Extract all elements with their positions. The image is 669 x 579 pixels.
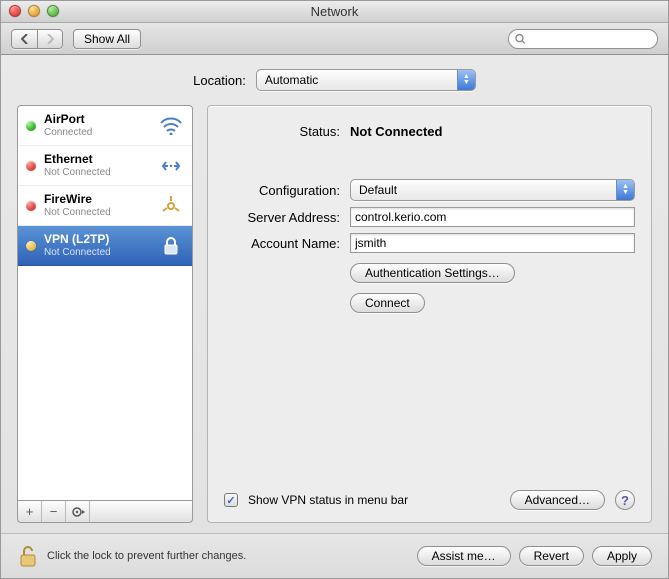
location-row: Location: Automatic ▲▼	[17, 69, 652, 91]
account-name-row: Account Name:	[224, 233, 635, 253]
titlebar: Network	[1, 1, 668, 23]
configuration-label: Configuration:	[224, 183, 340, 198]
unlock-icon[interactable]	[17, 544, 39, 568]
sidebar-item-title: FireWire	[44, 193, 150, 207]
sidebar-item-subtitle: Connected	[44, 127, 150, 139]
revert-button[interactable]: Revert	[519, 546, 584, 566]
authentication-settings-button[interactable]: Authentication Settings…	[350, 263, 515, 283]
search-icon	[515, 33, 526, 45]
apply-button[interactable]: Apply	[592, 546, 652, 566]
sidebar-item-title: Ethernet	[44, 153, 150, 167]
lock-text: Click the lock to prevent further change…	[47, 550, 246, 562]
main-row: AirPort Connected Ethernet Not Connected	[17, 105, 652, 523]
interfaces-sidebar: AirPort Connected Ethernet Not Connected	[17, 105, 193, 501]
location-value: Automatic	[265, 73, 318, 87]
show-vpn-status-label: Show VPN status in menu bar	[248, 493, 500, 507]
network-prefs-window: Network Show All Location: Automatic ▲▼	[0, 0, 669, 579]
firewire-icon	[158, 196, 184, 216]
minimize-window-button[interactable]	[28, 5, 40, 17]
configuration-value: Default	[359, 183, 397, 197]
chevron-left-icon	[21, 34, 29, 44]
advanced-button[interactable]: Advanced…	[510, 490, 605, 510]
location-label: Location:	[193, 73, 246, 88]
sidebar-item-title: AirPort	[44, 113, 150, 127]
status-dot-icon	[26, 161, 36, 171]
sidebar-item-subtitle: Not Connected	[44, 247, 150, 259]
sidebar-item-title: VPN (L2TP)	[44, 233, 150, 247]
server-address-input[interactable]	[350, 207, 635, 227]
sidebar-container: AirPort Connected Ethernet Not Connected	[17, 105, 193, 523]
location-popup[interactable]: Automatic ▲▼	[256, 69, 476, 91]
status-dot-icon	[26, 201, 36, 211]
content: Location: Automatic ▲▼ AirPort Connected	[1, 55, 668, 533]
action-menu-button[interactable]	[66, 501, 90, 522]
updown-arrows-icon: ▲▼	[616, 180, 634, 200]
detail-pane: Status: Not Connected Configuration: Def…	[207, 105, 652, 523]
nav-segment	[11, 29, 63, 49]
configuration-row: Configuration: Default ▲▼	[224, 179, 635, 201]
pane-footer: ✓ Show VPN status in menu bar Advanced… …	[224, 490, 635, 510]
chevron-right-icon	[46, 34, 54, 44]
remove-interface-button[interactable]: −	[42, 501, 66, 522]
status-value: Not Connected	[350, 124, 635, 139]
connect-button[interactable]: Connect	[350, 293, 425, 313]
show-all-button[interactable]: Show All	[73, 29, 141, 49]
configuration-popup[interactable]: Default ▲▼	[350, 179, 635, 201]
server-address-label: Server Address:	[224, 210, 340, 225]
search-input[interactable]	[530, 32, 651, 46]
sidebar-item-firewire[interactable]: FireWire Not Connected	[18, 186, 192, 226]
sidebar-item-subtitle: Not Connected	[44, 167, 150, 179]
search-field[interactable]	[508, 29, 658, 49]
bottom-bar: Click the lock to prevent further change…	[1, 533, 668, 578]
zoom-window-button[interactable]	[47, 5, 59, 17]
sidebar-item-subtitle: Not Connected	[44, 207, 150, 219]
status-dot-icon	[26, 121, 36, 131]
account-name-input[interactable]	[350, 233, 635, 253]
status-label: Status:	[224, 124, 340, 139]
assist-me-button[interactable]: Assist me…	[417, 546, 511, 566]
ethernet-icon	[158, 156, 184, 176]
gear-icon	[71, 506, 85, 518]
traffic-lights	[9, 5, 59, 17]
account-name-label: Account Name:	[224, 236, 340, 251]
help-button[interactable]: ?	[615, 490, 635, 510]
show-vpn-status-checkbox[interactable]: ✓	[224, 493, 238, 507]
window-title: Network	[311, 4, 359, 19]
back-button[interactable]	[11, 29, 37, 49]
add-interface-button[interactable]: +	[18, 501, 42, 522]
server-address-row: Server Address:	[224, 207, 635, 227]
close-window-button[interactable]	[9, 5, 21, 17]
sidebar-item-vpn[interactable]: VPN (L2TP) Not Connected	[18, 226, 192, 266]
status-dot-icon	[26, 241, 36, 251]
forward-button[interactable]	[37, 29, 63, 49]
sidebar-item-airport[interactable]: AirPort Connected	[18, 106, 192, 146]
status-row: Status: Not Connected	[224, 124, 635, 139]
toolbar: Show All	[1, 23, 668, 55]
wifi-icon	[158, 116, 184, 136]
updown-arrows-icon: ▲▼	[457, 70, 475, 90]
sidebar-item-ethernet[interactable]: Ethernet Not Connected	[18, 146, 192, 186]
lock-icon	[158, 236, 184, 256]
sidebar-footer: + −	[17, 501, 193, 523]
